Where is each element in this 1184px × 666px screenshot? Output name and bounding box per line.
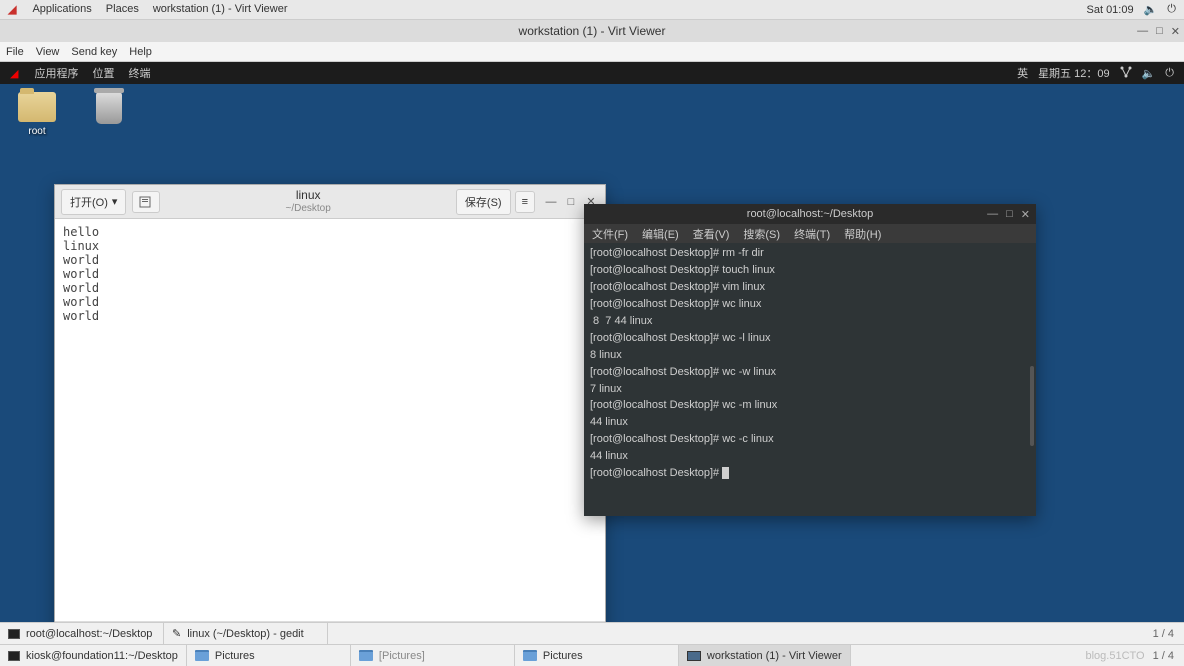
taskbar-item[interactable]: root@localhost:~/Desktop [0, 623, 164, 644]
virt-viewer-menu: File View Send key Help [0, 42, 1184, 62]
gedit-title: linux ~/Desktop [160, 189, 455, 213]
menu-help[interactable]: Help [129, 46, 152, 58]
save-button[interactable]: 保存(S) [456, 189, 511, 215]
gedit-header: 打开(O) ▾ linux ~/Desktop 保存(S) ≡ — □ ✕ [55, 185, 605, 219]
terminal-title-text: root@localhost:~/Desktop [747, 208, 873, 220]
open-button[interactable]: 打开(O) ▾ [61, 189, 126, 215]
chevron-down-icon: ▾ [112, 195, 118, 208]
maximize-button[interactable]: □ [563, 194, 579, 210]
guest-clock: 星期五 12：09 [1038, 65, 1110, 81]
close-button[interactable]: ✕ [1171, 25, 1180, 38]
watermark: blog.51CTO [1085, 650, 1144, 662]
gedit-title-text: linux [160, 189, 455, 202]
terminal-window: root@localhost:~/Desktop — □ ✕ 文件(F) 编辑(… [584, 204, 1036, 516]
redhat-icon: ◢ [8, 3, 16, 16]
terminal-icon [8, 629, 20, 639]
menu-places-cn[interactable]: 位置 [92, 65, 114, 81]
taskbar-item-active[interactable]: workstation (1) - Virt Viewer [679, 645, 851, 666]
guest-desktop: ◢ 应用程序 位置 终端 英 星期五 12：09 🔈 ⏻ root 打开(O) … [0, 62, 1184, 622]
workspace-indicator[interactable]: blog.51CTO 1 / 4 [1075, 645, 1184, 666]
host-top-panel: ◢ Applications Places workstation (1) - … [0, 0, 1184, 20]
folder-icon [523, 650, 537, 661]
taskbar-label: root@localhost:~/Desktop [26, 628, 152, 640]
maximize-button[interactable]: □ [1156, 25, 1163, 38]
new-tab-button[interactable] [132, 191, 160, 213]
taskbar-item[interactable]: Pictures [187, 645, 351, 666]
scrollbar[interactable] [1030, 366, 1034, 446]
trash-can-icon [96, 92, 122, 124]
taskbar-label: linux (~/Desktop) - gedit [187, 628, 303, 640]
taskbar-item[interactable]: Pictures [515, 645, 679, 666]
minimize-button[interactable]: — [1137, 25, 1148, 38]
menu-sendkey[interactable]: Send key [71, 46, 117, 58]
terminal-body[interactable]: [root@localhost Desktop]# rm -fr dir [ro… [584, 243, 1036, 516]
taskbar-label: Pictures [215, 650, 255, 662]
taskbar-label: [Pictures] [379, 650, 425, 662]
minimize-button[interactable]: — [987, 208, 998, 221]
menu-applications[interactable]: Applications [32, 3, 91, 16]
volume-icon[interactable]: 🔈 [1142, 67, 1156, 80]
page-indicator: 1 / 4 [1153, 650, 1174, 662]
new-document-icon [139, 196, 153, 208]
folder-icon [18, 92, 56, 122]
virt-viewer-titlebar: workstation (1) - Virt Viewer — □ ✕ [0, 20, 1184, 42]
terminal-menu: 文件(F) 编辑(E) 查看(V) 搜索(S) 终端(T) 帮助(H) [584, 224, 1036, 243]
cursor-icon [722, 467, 729, 479]
desktop-icons: root [18, 92, 122, 137]
hamburger-button[interactable]: ≡ [515, 191, 535, 213]
host-clock: Sat 01:09 [1087, 4, 1134, 16]
menu-view[interactable]: 查看(V) [693, 226, 730, 242]
taskbar-item[interactable]: [Pictures] [351, 645, 515, 666]
redhat-icon: ◢ [10, 67, 18, 80]
power-icon[interactable]: ⏻ [1165, 67, 1174, 80]
menu-apps-cn[interactable]: 应用程序 [34, 65, 78, 81]
terminal-output: [root@localhost Desktop]# rm -fr dir [ro… [590, 247, 777, 479]
maximize-button[interactable]: □ [1006, 208, 1013, 221]
taskbar-item[interactable]: kiosk@foundation11:~/Desktop [0, 645, 187, 666]
menu-search[interactable]: 搜索(S) [743, 226, 780, 242]
taskbar-label: Pictures [543, 650, 583, 662]
guest-top-panel: ◢ 应用程序 位置 终端 英 星期五 12：09 🔈 ⏻ [0, 62, 1184, 84]
virt-title-text: workstation (1) - Virt Viewer [519, 24, 666, 38]
gedit-subtitle: ~/Desktop [160, 203, 455, 214]
input-method[interactable]: 英 [1017, 65, 1028, 81]
workspace-indicator[interactable]: 1 / 4 [1143, 623, 1184, 644]
gedit-window: 打开(O) ▾ linux ~/Desktop 保存(S) ≡ — □ ✕ he… [54, 184, 606, 622]
root-home-icon[interactable]: root [18, 92, 56, 137]
taskbar-item[interactable]: ✎ linux (~/Desktop) - gedit [164, 623, 328, 644]
menu-view[interactable]: View [36, 46, 60, 58]
gedit-icon: ✎ [172, 627, 181, 640]
minimize-button[interactable]: — [543, 194, 559, 210]
app-title[interactable]: workstation (1) - Virt Viewer [153, 3, 288, 16]
menu-edit[interactable]: 编辑(E) [642, 226, 679, 242]
menu-places[interactable]: Places [106, 3, 139, 16]
folder-icon [359, 650, 373, 661]
power-icon[interactable]: ⏻ [1167, 3, 1176, 16]
menu-file[interactable]: 文件(F) [592, 226, 628, 242]
root-label: root [28, 126, 45, 137]
volume-icon[interactable]: 🔈 [1144, 3, 1158, 16]
menu-terminal[interactable]: 终端(T) [794, 226, 830, 242]
terminal-icon [8, 651, 20, 661]
screen-icon [687, 651, 701, 661]
gedit-statusbar: 纯文本 ▾ 制表符宽度：8 ▾ 第 1 行，第 1 列 ▾ 插入 [55, 621, 605, 622]
close-button[interactable]: ✕ [1021, 208, 1030, 221]
gedit-text-area[interactable]: hello linux world world world world worl… [55, 219, 605, 621]
taskbar-row-2: kiosk@foundation11:~/Desktop Pictures [P… [0, 644, 1184, 666]
terminal-titlebar: root@localhost:~/Desktop — □ ✕ [584, 204, 1036, 224]
menu-file[interactable]: File [6, 46, 24, 58]
network-icon[interactable] [1120, 66, 1132, 81]
menu-help[interactable]: 帮助(H) [844, 226, 881, 242]
menu-terminal-cn[interactable]: 终端 [128, 65, 150, 81]
open-label: 打开(O) [70, 194, 108, 210]
taskbar-row-1: root@localhost:~/Desktop ✎ linux (~/Deskt… [0, 622, 1184, 644]
folder-icon [195, 650, 209, 661]
taskbar-label: workstation (1) - Virt Viewer [707, 650, 842, 662]
trash-icon[interactable] [96, 92, 122, 137]
taskbar-label: kiosk@foundation11:~/Desktop [26, 650, 178, 662]
